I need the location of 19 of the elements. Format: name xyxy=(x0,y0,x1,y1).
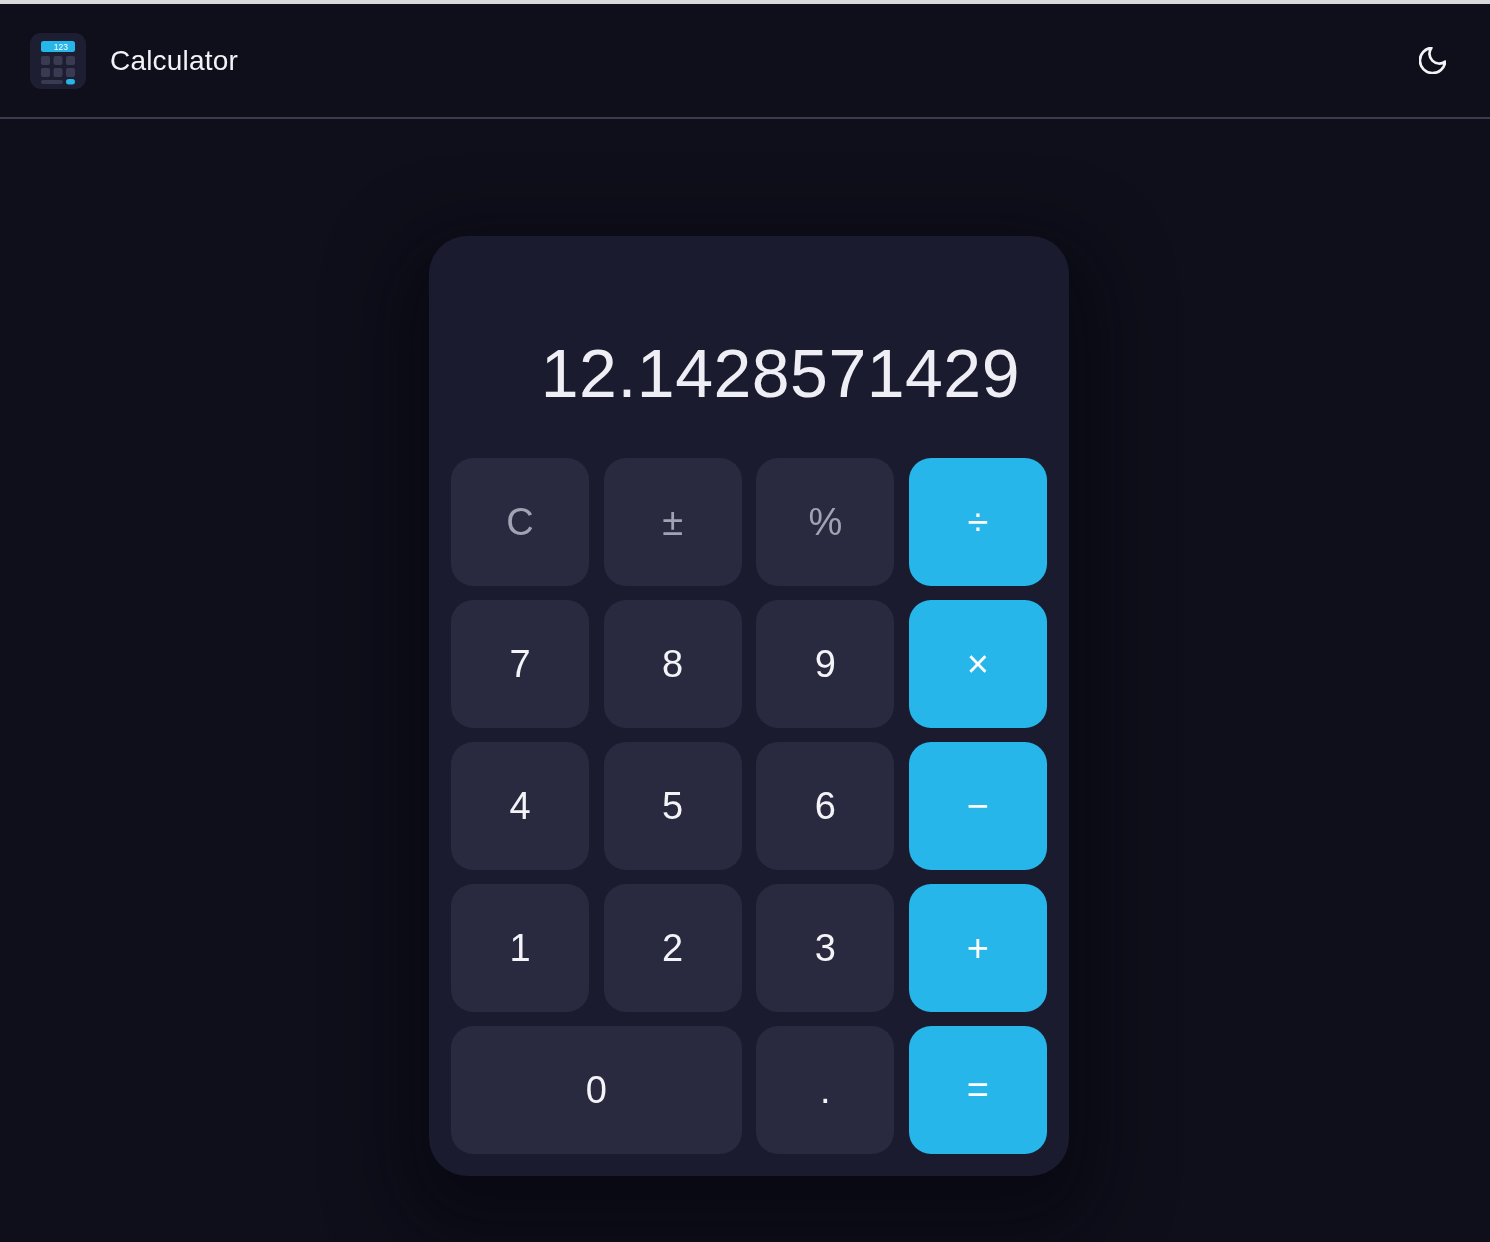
app-title: Calculator xyxy=(110,44,239,77)
digit-key[interactable]: 2 xyxy=(603,884,742,1012)
digit-key[interactable]: 6 xyxy=(756,742,895,870)
logo-keypad-drawing xyxy=(41,55,75,84)
digit-key[interactable]: 8 xyxy=(603,600,742,728)
digit-key[interactable]: 9 xyxy=(756,600,895,728)
logo-digits: 123 xyxy=(53,41,68,51)
digit-key[interactable]: 5 xyxy=(603,742,742,870)
function-key[interactable]: % xyxy=(756,458,895,586)
function-key[interactable]: ± xyxy=(603,458,742,586)
display-value: 12.1428571429 xyxy=(540,339,1020,407)
moon-icon xyxy=(1419,47,1446,74)
digit-key[interactable]: 3 xyxy=(756,884,895,1012)
digit-key[interactable]: 7 xyxy=(451,600,590,728)
function-key[interactable]: C xyxy=(451,458,590,586)
digit-key[interactable]: 4 xyxy=(451,742,590,870)
digit-key[interactable]: 1 xyxy=(451,884,590,1012)
digit-key[interactable]: . xyxy=(756,1026,895,1154)
digit-key[interactable]: 0 xyxy=(451,1026,742,1154)
